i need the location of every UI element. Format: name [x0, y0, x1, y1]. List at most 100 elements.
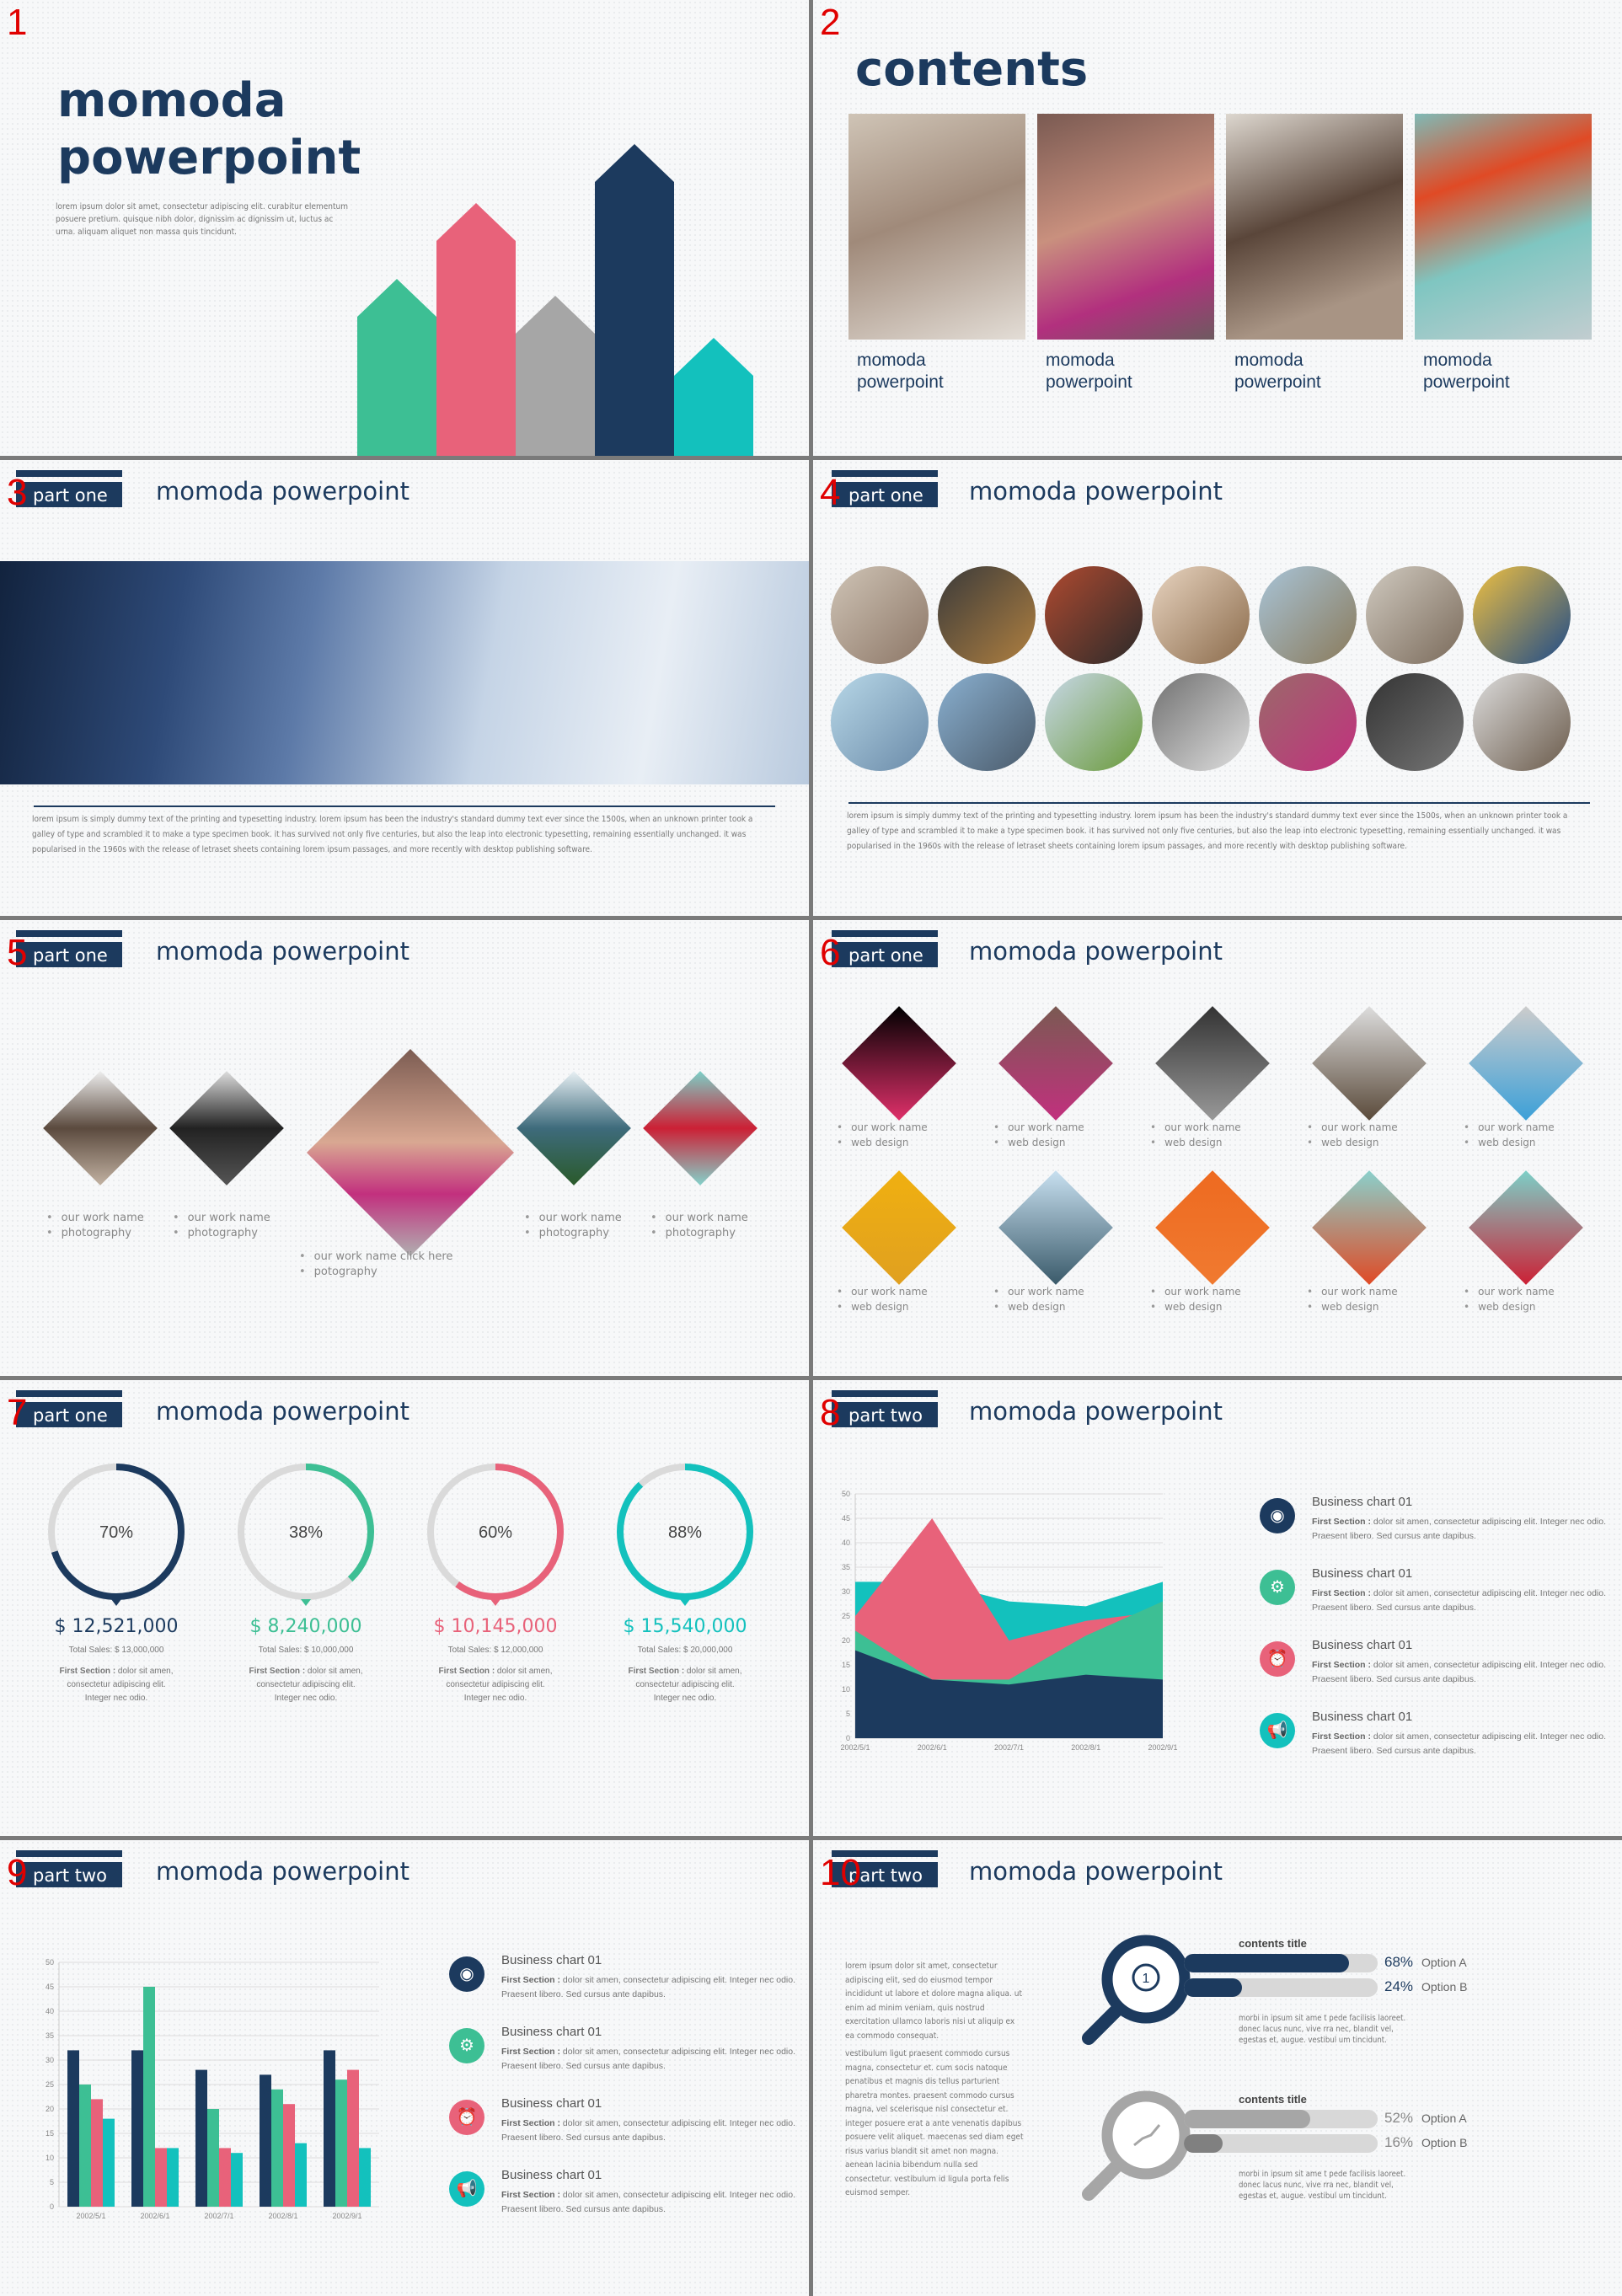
slide-7[interactable]: part one 7 momoda powerpoint 70% $ 12,521… — [0, 1380, 809, 1836]
slide-number: 5 — [7, 932, 28, 973]
slide-3[interactable]: part one 3 momoda powerpoint lorem ipsum… — [0, 460, 809, 916]
work-diamond-4[interactable] — [517, 1071, 631, 1185]
stat-desc: First Section : dolor sit amen, consectet… — [59, 1667, 174, 1703]
work-caption-1: our work namephotography — [46, 1211, 144, 1241]
donut-chart: 38% — [238, 1464, 374, 1606]
work-diamond[interactable] — [842, 1170, 956, 1285]
contents-caption-1: momoda powerpoint — [857, 351, 944, 392]
x-tick-label: 2002/6/1 — [918, 1743, 947, 1751]
y-tick-label: 0 — [846, 1734, 850, 1742]
work-caption: our work nameweb design — [993, 1284, 1084, 1314]
work-caption: our work nameweb design — [1307, 1120, 1398, 1150]
work-diamond[interactable] — [998, 1006, 1113, 1121]
photo-circle[interactable] — [831, 566, 929, 664]
donut-pointer — [490, 1599, 501, 1606]
x-tick-label: 2002/5/1 — [76, 2212, 105, 2220]
y-tick-label: 5 — [50, 2178, 54, 2186]
legend-title: Business chart 01 — [1312, 1710, 1413, 1724]
alarm-clock-icon: ⏰ — [1260, 1641, 1295, 1677]
arrow-columns — [357, 144, 753, 456]
option-percent: 52% — [1384, 2110, 1414, 2126]
photo-circle[interactable] — [1152, 566, 1250, 664]
work-name: our work name — [1464, 1120, 1555, 1135]
photo-circle[interactable] — [831, 673, 929, 771]
legend-desc: First Section : dolor sit amen, consecte… — [1312, 1731, 1607, 1756]
work-diamond[interactable] — [842, 1006, 956, 1121]
photo-circle[interactable] — [938, 673, 1036, 771]
banner-photo — [0, 561, 809, 784]
arrow-column — [674, 338, 753, 456]
divider — [848, 802, 1590, 804]
slide-title: momoda powerpoint — [156, 477, 410, 506]
work-diamond[interactable] — [1312, 1006, 1427, 1121]
contents-photo-3[interactable] — [1226, 114, 1403, 340]
section-tag: part two — [16, 1862, 122, 1887]
slide-10[interactable]: part two 10 momoda powerpoint lorem ipsu… — [813, 1840, 1622, 2296]
megaphone-icon: 📢 — [1260, 1713, 1295, 1748]
slide-6[interactable]: part one 6 momoda powerpoint our work na… — [813, 920, 1622, 1376]
work-caption: our work nameweb design — [1150, 1120, 1241, 1150]
work-diamond[interactable] — [1312, 1170, 1427, 1285]
contents-photo-2[interactable] — [1037, 114, 1214, 340]
photo-circle[interactable] — [1366, 673, 1464, 771]
photo-circle[interactable] — [1259, 566, 1357, 664]
bar-series-3 — [283, 2104, 295, 2207]
bar-series-2 — [271, 2089, 283, 2207]
slide-9[interactable]: part two 9 momoda powerpoint 0 5 10 15 20 25 3… — [0, 1840, 809, 2296]
work-name: our work name — [993, 1120, 1084, 1135]
x-tick-label: 2002/9/1 — [1148, 1743, 1177, 1751]
slide-5[interactable]: part one 5 momoda powerpoint our work na… — [0, 920, 809, 1376]
section-tag: part two — [832, 1402, 938, 1427]
photo-circle[interactable] — [1473, 673, 1571, 771]
photo-circle[interactable] — [1152, 673, 1250, 771]
photo-circle[interactable] — [1259, 673, 1357, 771]
donut-percent: 70% — [99, 1523, 133, 1542]
work-diamond-2[interactable] — [169, 1071, 284, 1185]
work-diamond[interactable] — [1469, 1170, 1583, 1285]
stat-label: First Section : — [249, 1667, 306, 1676]
work-diamond[interactable] — [998, 1170, 1113, 1285]
work-diamond-featured[interactable] — [306, 1048, 515, 1257]
legend-title: Business chart 01 — [501, 1953, 602, 1967]
option-track — [1184, 2134, 1378, 2153]
option-percent: 68% — [1384, 1954, 1414, 1970]
bar-series-1 — [260, 2074, 271, 2207]
legend-title: Business chart 01 — [1312, 1495, 1413, 1509]
bar-series-1 — [131, 2050, 143, 2207]
y-tick-label: 15 — [842, 1661, 850, 1669]
slide-2[interactable]: 2 contents momoda powerpoint momoda powerp… — [813, 0, 1622, 456]
photo-circle[interactable] — [938, 566, 1036, 664]
bar-series-3 — [219, 2148, 231, 2207]
photo-circle[interactable] — [1045, 673, 1143, 771]
slide-4[interactable]: part one 4 momoda powerpoint lorem ipsum… — [813, 460, 1622, 916]
stat-desc: First Section : dolor sit amen, consectet… — [438, 1667, 553, 1703]
slide-8[interactable]: part two 8 momoda powerpoint 0 5 10 15 20 25 3… — [813, 1380, 1622, 1836]
slide-number: 9 — [7, 1852, 28, 1893]
contents-caption-2: momoda powerpoint — [1046, 351, 1132, 392]
photo-circle[interactable] — [1366, 566, 1464, 664]
photo-circle[interactable] — [1473, 566, 1571, 664]
contents-photo-4[interactable] — [1415, 114, 1592, 340]
work-name: our work name — [837, 1284, 928, 1299]
work-type: web design — [1464, 1299, 1555, 1314]
work-diamond[interactable] — [1155, 1006, 1270, 1121]
slide-title: momoda powerpoint — [156, 1397, 410, 1426]
section-tag: part one — [832, 942, 938, 967]
bar-series-4 — [231, 2153, 243, 2207]
contents-caption-4: momoda powerpoint — [1423, 351, 1510, 392]
work-diamond[interactable] — [1469, 1006, 1583, 1121]
work-diamond[interactable] — [1155, 1170, 1270, 1285]
contents-photo-1[interactable] — [848, 114, 1025, 340]
option-percent: 24% — [1384, 1978, 1414, 1994]
y-tick-label: 35 — [46, 2031, 54, 2040]
section-tag: part one — [832, 482, 938, 507]
stat-value: $ 8,240,000 — [249, 1616, 362, 1637]
slide-1[interactable]: 1 momoda powerpoint lorem ipsum dolor si… — [0, 0, 809, 456]
work-name: our work name — [837, 1120, 928, 1135]
contents-caption-3: momoda powerpoint — [1234, 351, 1321, 392]
photo-circle[interactable] — [1045, 566, 1143, 664]
slide-title: momoda powerpoint — [156, 1857, 410, 1886]
work-diamond-1[interactable] — [43, 1071, 158, 1185]
work-diamond-5[interactable] — [643, 1071, 757, 1185]
work-caption: our work nameweb design — [837, 1284, 928, 1314]
